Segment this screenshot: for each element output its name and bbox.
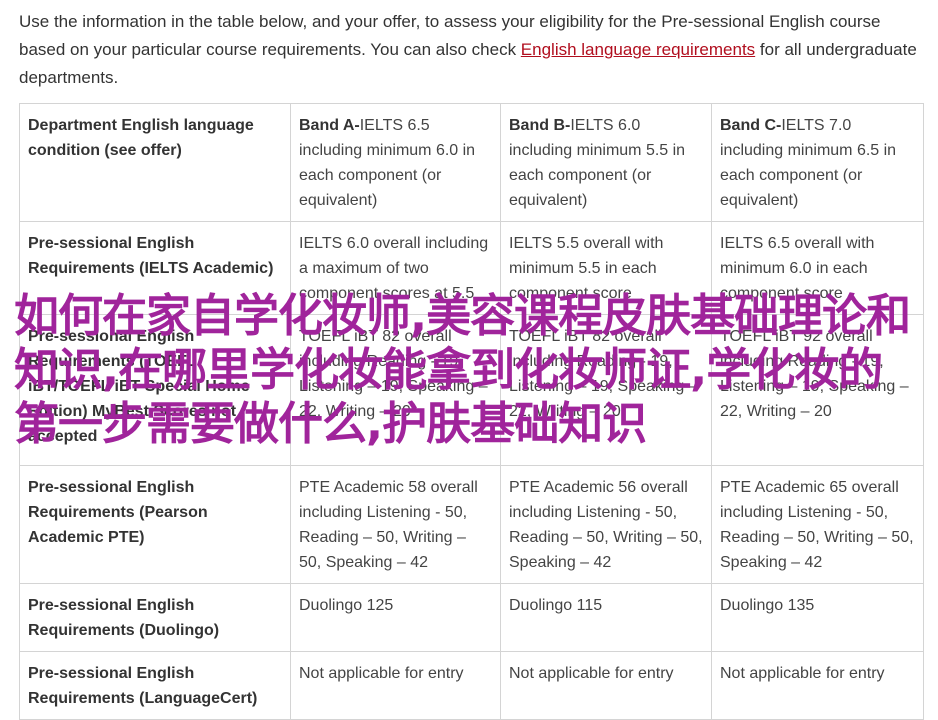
band-b-name: Band B- [509,117,571,134]
table-cell: PTE Academic 65 overall including Listen… [711,465,924,584]
table-cell: Duolingo 135 [711,583,924,652]
condition-header: Department English language condition (s… [19,103,291,222]
overlay-banner-text: 如何在家自学化妆师,美容课程皮肤基础理论和知识,在哪里学化妆能拿到化妆师证,学化… [14,289,911,450]
band-a-name: Band A- [299,117,360,134]
table-header-row: Department English language condition (s… [19,103,924,222]
row-label: Pre-sessional English Requirements (Pear… [19,465,291,584]
english-requirements-link[interactable]: English language requirements [521,40,755,59]
table-cell: Not applicable for entry [290,651,501,720]
row-label: Pre-sessional English Requirements (Lang… [19,651,291,720]
band-a-header: Band A-IELTS 6.5 including minimum 6.0 i… [290,103,501,222]
table-row: Pre-sessional English Requirements (Lang… [19,651,924,720]
table-cell: Duolingo 115 [500,583,712,652]
intro-paragraph: Use the information in the table below, … [19,8,924,92]
table-cell: PTE Academic 56 overall including Listen… [500,465,712,584]
band-b-header: Band B-IELTS 6.0 including minimum 5.5 i… [500,103,712,222]
band-c-name: Band C- [720,117,782,134]
band-c-header: Band C-IELTS 7.0 including minimum 6.5 i… [711,103,924,222]
table-row: Pre-sessional English Requirements (Pear… [19,465,924,584]
table-cell: Not applicable for entry [711,651,924,720]
table-row: Pre-sessional English Requirements (Duol… [19,583,924,652]
table-cell: Duolingo 125 [290,583,501,652]
row-label: Pre-sessional English Requirements (Duol… [19,583,291,652]
table-cell: Not applicable for entry [500,651,712,720]
table-cell: PTE Academic 58 overall including Listen… [290,465,501,584]
